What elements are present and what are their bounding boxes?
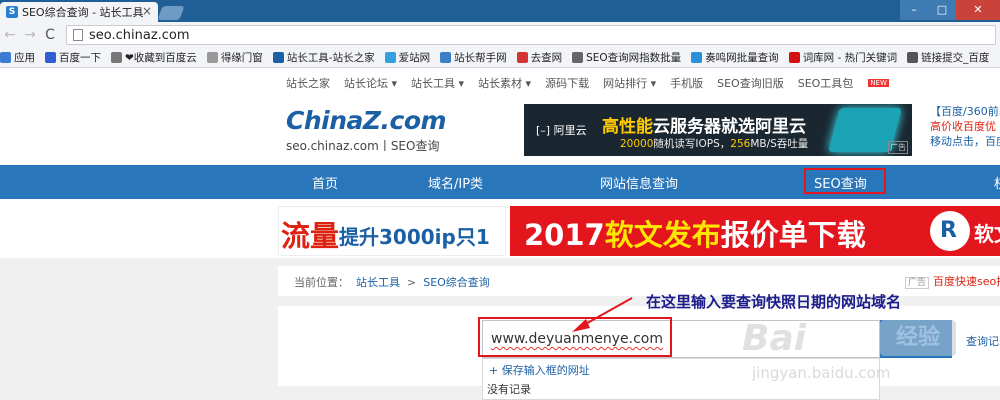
- annotation-text: 在这里输入要查询快照日期的网站域名: [646, 293, 902, 311]
- baidu-jingyan-watermark: Bai 经验 jingyan.baidu.com: [742, 318, 992, 396]
